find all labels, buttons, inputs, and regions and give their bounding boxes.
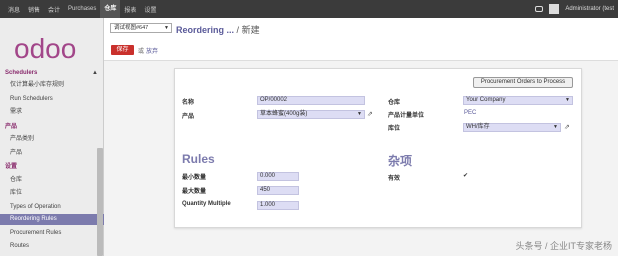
name-field[interactable]: OP/00002 — [257, 96, 365, 105]
odoo-logo[interactable]: odoo — [10, 28, 98, 68]
active-label: 有效 — [388, 176, 401, 182]
location-field[interactable]: WH/库存 ▼ — [463, 123, 561, 132]
sidebar-section-label: Schedulers — [5, 70, 38, 76]
sidebar-item-routes[interactable]: Routes — [0, 241, 104, 251]
min-qty-field[interactable]: 0.000 — [257, 172, 299, 181]
chevron-down-icon[interactable]: ▼ — [565, 97, 570, 104]
sidebar-item-procurement-rules[interactable]: Procurement Rules — [0, 228, 104, 238]
debug-view-select[interactable]: 调试视图#647 ▼ — [110, 23, 172, 33]
sidebar-item-compute-min-stock[interactable]: 仅计算最小库存规则 — [0, 80, 104, 90]
watermark: 头条号 / 企业IT专家老杨 — [515, 241, 612, 251]
name-label: 名称 — [182, 100, 195, 106]
chevron-down-icon: ▼ — [164, 25, 169, 31]
menu-accounting[interactable]: 会计 — [44, 5, 64, 14]
menu-warehouse[interactable]: 仓库 — [100, 0, 121, 18]
sidebar-item-locations[interactable]: 库位 — [0, 188, 104, 198]
menu-messages[interactable]: 消息 — [4, 5, 24, 14]
chat-icon[interactable] — [535, 6, 544, 12]
product-label: 产品 — [182, 114, 195, 120]
sidebar-section-config[interactable]: 设置 — [0, 162, 104, 172]
chevron-down-icon[interactable]: ▼ — [357, 111, 362, 118]
user-menu[interactable]: Administrator (test — [565, 6, 614, 12]
product-field[interactable]: 草本蜂蜜(400g装) ▼ — [257, 110, 365, 119]
top-navbar: 消息 销售 会计 Purchases 仓库 报表 设置 Administrato… — [0, 0, 618, 18]
top-menu: 消息 销售 会计 Purchases 仓库 报表 设置 — [4, 0, 160, 18]
menu-sales[interactable]: 销售 — [24, 5, 44, 14]
location-value: WH/库存 — [466, 124, 490, 130]
debug-view-value: 调试视图#647 — [114, 25, 149, 31]
avatar[interactable] — [549, 4, 560, 14]
uom-label: 产品计量单位 — [388, 113, 425, 119]
max-qty-field[interactable]: 450 — [257, 186, 299, 195]
menu-settings[interactable]: 设置 — [140, 5, 160, 14]
menu-reports[interactable]: 报表 — [120, 5, 140, 14]
breadcrumb-separator: / — [236, 25, 240, 35]
max-qty-label: 最大数量 — [182, 189, 207, 195]
sidebar: odoo Schedulers ▲ 仅计算最小库存规则 Run Schedule… — [0, 18, 104, 256]
form-sheet — [174, 68, 582, 228]
sidebar-section-products[interactable]: 产品 — [0, 122, 104, 132]
menu-purchases[interactable]: Purchases — [64, 6, 100, 12]
active-checkbox[interactable]: ✔ — [463, 172, 468, 179]
warehouse-field[interactable]: Your Company ▼ — [463, 96, 573, 105]
location-label: 库位 — [388, 126, 401, 132]
sidebar-item-reordering-rules[interactable]: Reordering Rules — [0, 214, 104, 225]
warehouse-label: 仓库 — [388, 100, 401, 106]
chevron-up-icon: ▲ — [92, 70, 98, 76]
misc-section-title: 杂项 — [388, 154, 413, 168]
sidebar-section-schedulers[interactable]: Schedulers ▲ — [0, 68, 104, 78]
qty-multiple-field[interactable]: 1.000 — [257, 201, 299, 210]
warehouse-value: Your Company — [466, 97, 506, 103]
sidebar-item-products[interactable]: 产品 — [0, 148, 104, 158]
sidebar-item-warehouses[interactable]: 仓库 — [0, 175, 104, 185]
external-link-icon[interactable]: ⇗ — [564, 123, 570, 131]
external-link-icon[interactable]: ⇗ — [367, 110, 373, 118]
procurement-orders-button[interactable]: Procurement Orders to Process — [473, 77, 573, 88]
chevron-down-icon[interactable]: ▼ — [553, 124, 558, 131]
save-button[interactable]: 保存 — [111, 45, 134, 55]
qty-multiple-label: Quantity Multiple — [182, 201, 231, 207]
sidebar-scrollbar[interactable] — [97, 148, 103, 256]
breadcrumb: Reordering ... / 新建 — [176, 23, 260, 36]
product-value: 草本蜂蜜(400g装) — [260, 111, 308, 117]
breadcrumb-link[interactable]: Reordering ... — [176, 25, 234, 35]
uom-value[interactable]: PEC — [464, 110, 476, 116]
svg-text:odoo: odoo — [14, 33, 76, 64]
or-text: 或 — [138, 49, 145, 55]
sidebar-item-operation-types[interactable]: Types of Operation — [0, 202, 104, 212]
rules-section-title: Rules — [182, 152, 215, 166]
discard-button[interactable]: 放弃 — [146, 46, 158, 55]
sidebar-item-product-categories[interactable]: 产品类别 — [0, 134, 104, 144]
sidebar-item-procurements[interactable]: 需求 — [0, 107, 104, 117]
sidebar-item-run-schedulers[interactable]: Run Schedulers — [0, 94, 104, 104]
page-title: 新建 — [241, 25, 260, 35]
min-qty-label: 最小数量 — [182, 175, 207, 181]
